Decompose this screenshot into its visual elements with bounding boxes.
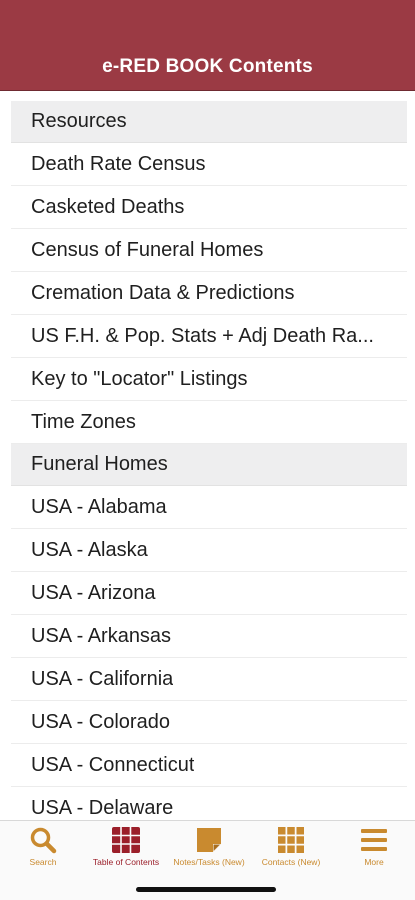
section-header-resources: Resources — [11, 101, 407, 143]
list-item-label: US F.H. & Pop. Stats + Adj Death Ra... — [31, 324, 374, 347]
tab-more[interactable]: More — [332, 825, 415, 867]
navigation-bar: e-RED BOOK Contents — [0, 0, 415, 91]
list-item-cremation-data[interactable]: Cremation Data & Predictions — [11, 272, 407, 315]
tab-search[interactable]: Search — [1, 825, 85, 867]
list-item-label: USA - Alabama — [31, 495, 167, 518]
note-icon — [197, 828, 221, 852]
list-item-label: USA - Alaska — [31, 538, 148, 561]
contents-list-view[interactable]: Resources Death Rate Census Casketed Dea… — [0, 91, 415, 820]
list-item-census-of-funeral-homes[interactable]: Census of Funeral Homes — [11, 229, 407, 272]
list-item-casketed-deaths[interactable]: Casketed Deaths — [11, 186, 407, 229]
list-item-usa-alaska[interactable]: USA - Alaska — [11, 529, 407, 572]
search-icon — [30, 827, 57, 854]
list-item-label: USA - Connecticut — [31, 753, 195, 776]
list-item-time-zones[interactable]: Time Zones — [11, 401, 407, 444]
list-item-label: USA - Arkansas — [31, 624, 172, 647]
list-item-label: USA - Arizona — [31, 581, 156, 604]
list-item-usa-arizona[interactable]: USA - Arizona — [11, 572, 407, 615]
menu-icon — [361, 829, 387, 851]
list-item-label: USA - Colorado — [31, 710, 170, 733]
list-item-us-fh-pop-stats[interactable]: US F.H. & Pop. Stats + Adj Death Ra... — [11, 315, 407, 358]
list-item-label: Casketed Deaths — [31, 195, 185, 218]
tab-label: Table of Contents — [92, 857, 160, 867]
list-item-label: Cremation Data & Predictions — [31, 281, 295, 304]
list-item-usa-connecticut[interactable]: USA - Connecticut — [11, 744, 407, 787]
list-item-key-to-locator[interactable]: Key to "Locator" Listings — [11, 358, 407, 401]
app-screen: e-RED BOOK Contents Resources Death Rate… — [0, 0, 415, 900]
list-item-label: Census of Funeral Homes — [31, 238, 264, 261]
tab-table-of-contents[interactable]: Table of Contents — [84, 825, 168, 867]
list-item-usa-alabama[interactable]: USA - Alabama — [11, 486, 407, 529]
page-title: e-RED BOOK Contents — [102, 56, 313, 77]
list-item-label: Death Rate Census — [31, 152, 206, 175]
list-item-label: Time Zones — [31, 410, 136, 433]
contents-list: Resources Death Rate Census Casketed Dea… — [11, 101, 407, 820]
list-item-usa-delaware[interactable]: USA - Delaware — [11, 787, 407, 820]
section-header-label: Resources — [31, 110, 127, 132]
list-item-usa-colorado[interactable]: USA - Colorado — [11, 701, 407, 744]
tab-notes-tasks[interactable]: Notes/Tasks (New) — [167, 825, 251, 867]
list-item-usa-california[interactable]: USA - California — [11, 658, 407, 701]
list-item-death-rate-census[interactable]: Death Rate Census — [11, 143, 407, 186]
tab-label: Search — [29, 857, 57, 867]
home-indicator — [136, 887, 276, 892]
section-header-funeral-homes: Funeral Homes — [11, 444, 407, 486]
list-item-usa-arkansas[interactable]: USA - Arkansas — [11, 615, 407, 658]
tab-contacts[interactable]: Contacts (New) — [249, 825, 333, 867]
list-item-label: USA - Delaware — [31, 796, 174, 819]
contacts-grid-icon — [278, 827, 304, 853]
tab-label: Contacts (New) — [261, 857, 321, 867]
tab-label: Notes/Tasks (New) — [173, 857, 245, 867]
tab-label: More — [364, 857, 384, 867]
list-item-label: Key to "Locator" Listings — [31, 367, 248, 390]
table-of-contents-icon — [112, 827, 140, 853]
section-header-label: Funeral Homes — [31, 453, 168, 475]
list-item-label: USA - California — [31, 667, 174, 690]
